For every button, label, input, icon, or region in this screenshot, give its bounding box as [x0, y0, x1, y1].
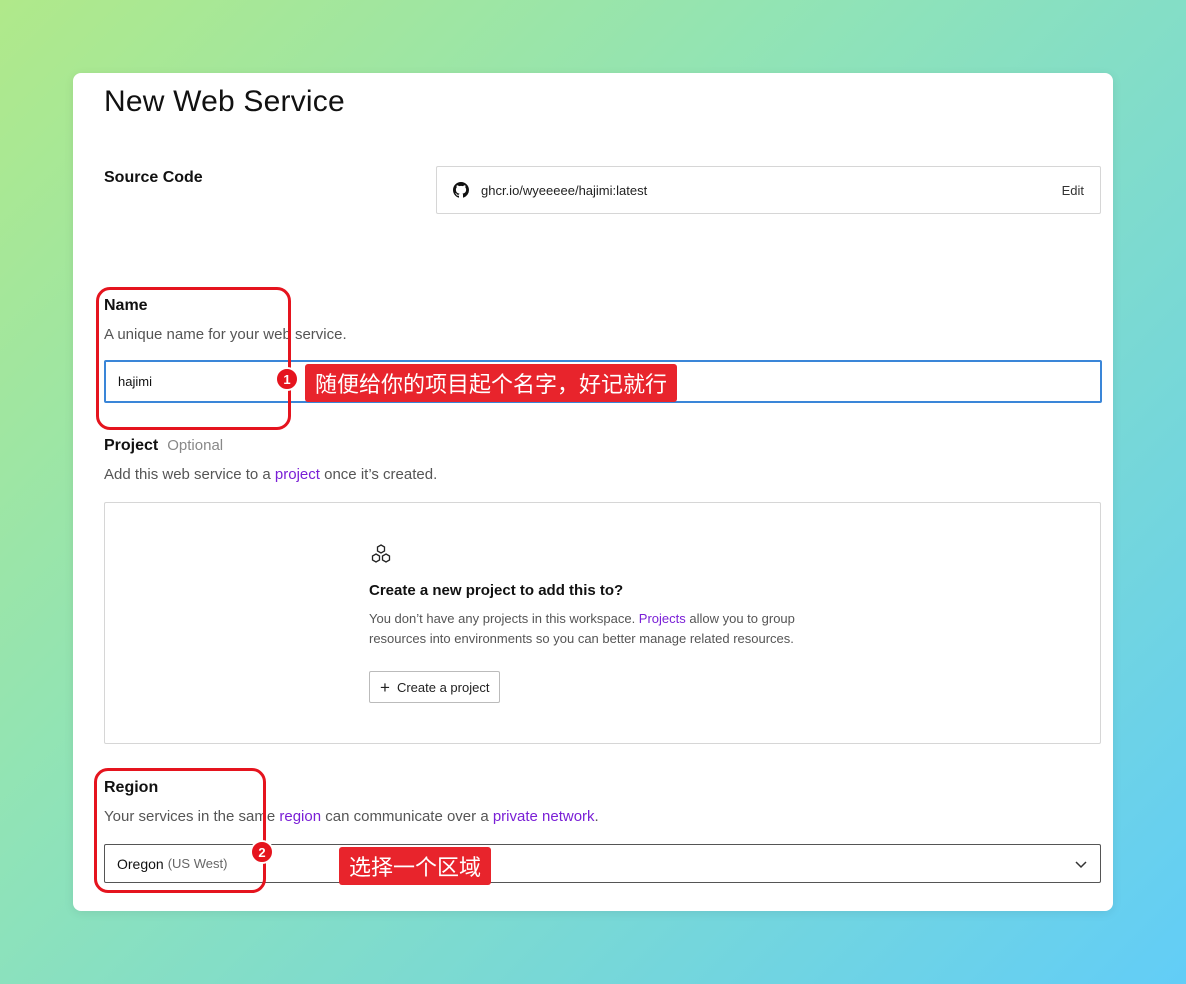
empty-state-text: You don’t have any projects in this work… [369, 611, 795, 646]
private-network-link[interactable]: private network [493, 808, 595, 825]
projects-link[interactable]: Projects [639, 611, 686, 626]
project-empty-state: Create a new project to add this to? You… [104, 502, 1101, 744]
annotation-badge-1: 1 [275, 367, 299, 391]
projects-hexagon-icon [371, 544, 391, 563]
project-label-row: Project Optional [104, 437, 223, 455]
project-optional-label: Optional [167, 437, 224, 454]
annotation-badge-2: 2 [250, 840, 274, 864]
project-link[interactable]: project [275, 466, 320, 483]
edit-source-button[interactable]: Edit [1062, 183, 1084, 198]
empty-state-title: Create a new project to add this to? [369, 582, 624, 599]
source-code-box: ghcr.io/wyeeeee/hajimi:latest Edit [436, 166, 1101, 214]
region-link[interactable]: region [279, 808, 321, 825]
create-project-button[interactable]: + Create a project [369, 671, 501, 703]
annotation-box-region [94, 768, 266, 893]
create-project-label: Create a project [396, 679, 490, 695]
project-description: Add this web service to a project once i… [104, 466, 438, 483]
plus-icon: + [380, 677, 390, 697]
annotation-box-name [96, 287, 291, 430]
source-url: ghcr.io/wyeeeee/hajimi:latest [481, 182, 648, 198]
chevron-down-icon [1075, 861, 1087, 869]
project-label: Project [104, 437, 159, 454]
source-code-label: Source Code [104, 169, 203, 186]
annotation-note-2: 选择一个区域 [339, 847, 492, 885]
page-title: New Web Service [104, 85, 345, 118]
github-icon [453, 182, 469, 198]
annotation-note-1: 随便给你的项目起个名字，好记就行 [305, 364, 678, 402]
